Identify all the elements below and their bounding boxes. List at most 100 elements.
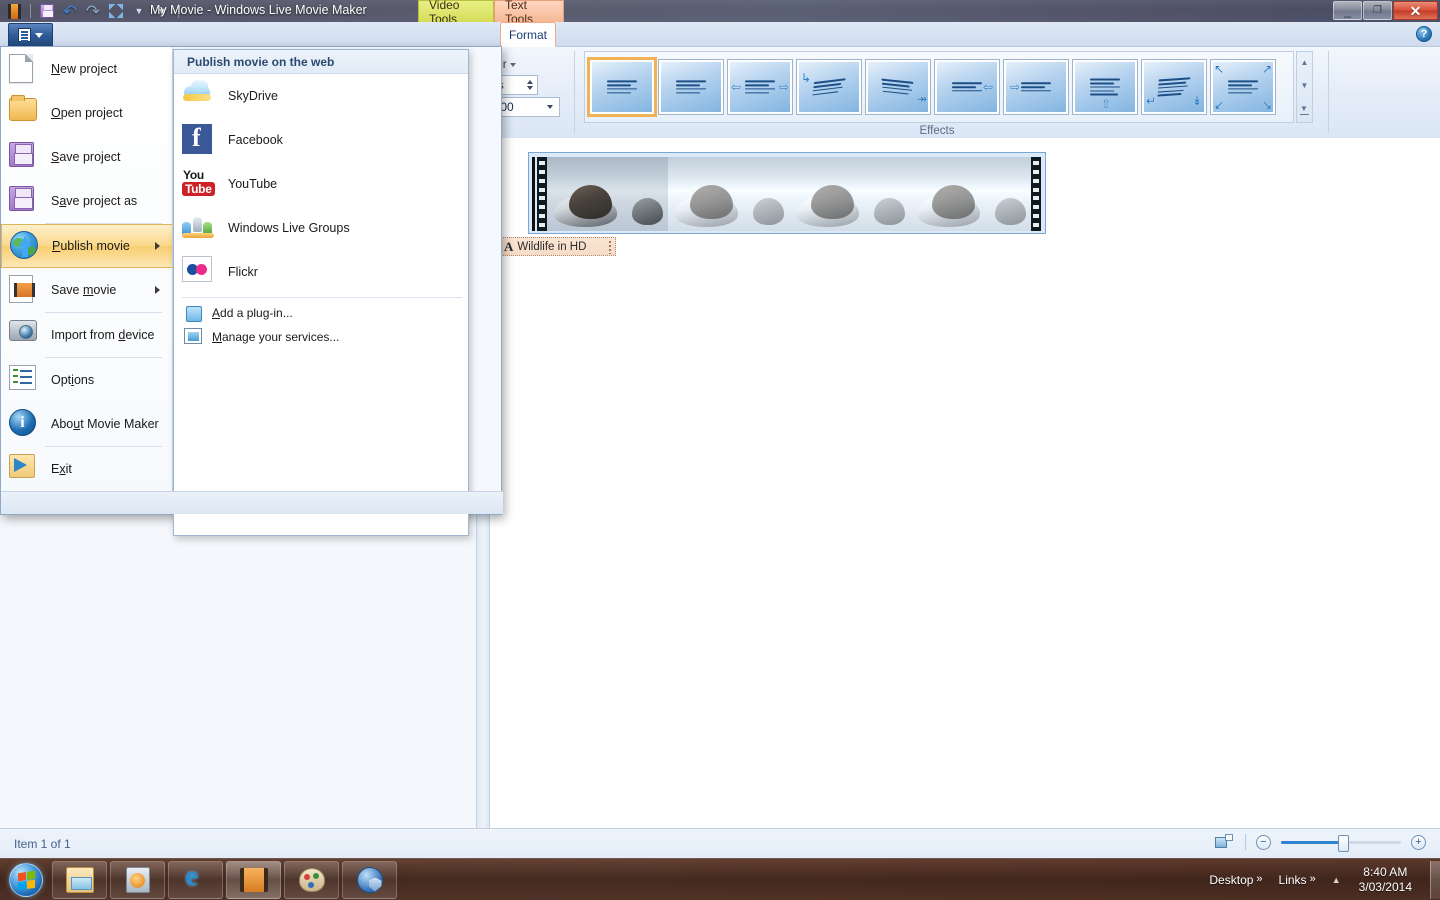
text-overlay-label: Wildlife in HD [517, 241, 586, 253]
publish-to-windows-live-groups[interactable]: Windows Live Groups [174, 206, 468, 250]
effect-fly-in-out-horizontal[interactable]: ⇦⇨ [727, 59, 793, 115]
menu-item-label: Open project [51, 106, 123, 120]
zoom-in-button[interactable]: + [1411, 835, 1426, 850]
minimize-button[interactable]: _ [1333, 1, 1362, 20]
effects-gallery-scrollbar[interactable]: ▲ ▼ ▼ [1296, 51, 1313, 123]
clip-thumbnail [910, 157, 1031, 231]
menu-item-options[interactable]: Options [1, 358, 172, 402]
effect-fly-out-left[interactable]: ⇦ [934, 59, 1000, 115]
effect-preview-lines [1021, 80, 1051, 94]
windows-live-groups-icon [182, 212, 214, 244]
maximize-button[interactable]: ❐ [1363, 1, 1392, 20]
media-player-icon [126, 867, 150, 893]
menu-item-import-from-device[interactable]: Import from device [1, 313, 172, 357]
undo-icon[interactable]: ↶ [60, 2, 80, 20]
menu-item-save-movie[interactable]: Save movie [1, 268, 172, 312]
publish-movie-submenu: Publish movie on the web SkyDriveFaceboo… [173, 49, 469, 536]
tab-format-label: Format [509, 28, 547, 42]
effect-zoom-out-corners[interactable]: ↖↗↙↘ [1210, 59, 1276, 115]
chevron-down-icon[interactable]: ▼ [129, 2, 149, 20]
effect-fly-in-up[interactable]: ⇧ [1072, 59, 1138, 115]
toolbar-desktop[interactable]: Desktop » [1201, 873, 1270, 887]
menu-item-open-project[interactable]: Open project [1, 91, 172, 135]
file-menu-list: New projectOpen projectSave projectSave … [1, 47, 173, 492]
show-desktop-button[interactable] [1430, 861, 1440, 899]
start-time-stepper[interactable] [527, 80, 537, 90]
duration-dropdown[interactable] [547, 105, 559, 109]
effect-swing-out-right[interactable]: ↠ [865, 59, 931, 115]
close-button[interactable]: ✕ [1393, 1, 1438, 20]
publish-to-youtube[interactable]: YouTubeYouTube [174, 162, 468, 206]
effect-preview-lines [1157, 75, 1190, 98]
file-menu-button[interactable] [8, 23, 53, 46]
more-effects-icon[interactable]: ▼ [1300, 105, 1309, 115]
contextual-tab-video-tools[interactable]: Video Tools [418, 0, 494, 22]
effect-fly-in-left[interactable]: ⇨ [1003, 59, 1069, 115]
manage-your-services-menu-item[interactable]: Manage your services... [174, 325, 468, 349]
effect-none[interactable] [589, 59, 655, 115]
publish-to-facebook[interactable]: Facebook [174, 118, 468, 162]
video-clip[interactable] [528, 152, 1046, 234]
taskbar-item-paint[interactable] [284, 861, 339, 899]
zoom-slider-fill [1281, 841, 1343, 844]
effects-gallery[interactable]: ⇦⇨↳↠⇦⇨⇧↵↡↖↗↙↘ [584, 51, 1294, 123]
add-a-plug-in-menu-item[interactable]: Add a plug-in... [174, 301, 468, 325]
storyboard-view-icon[interactable] [1215, 834, 1235, 850]
arrow-icon: ↙ [1214, 99, 1224, 111]
redo-icon[interactable]: ↷ [83, 2, 103, 20]
qat-divider [30, 4, 31, 18]
submenu-divider [182, 297, 462, 298]
publish-to-flickr[interactable]: Flickr [174, 250, 468, 294]
menu-item-label: Options [51, 373, 94, 387]
zoom-out-button[interactable]: − [1256, 835, 1271, 850]
arrow-icon: ⇦ [983, 81, 993, 93]
menu-item-about-movie-maker[interactable]: iAbout Movie Maker [1, 402, 172, 446]
system-tray: Desktop » Links » ▲ 8:40 AM 3/03/2014 [1201, 865, 1428, 895]
group-divider [574, 51, 575, 133]
help-icon[interactable]: ? [1416, 26, 1432, 42]
drag-grip-icon[interactable] [609, 241, 611, 254]
show-hidden-icons-icon[interactable]: ▲ [1324, 875, 1349, 885]
menu-item-new-project[interactable]: New project [1, 47, 172, 91]
action-label: Manage your services... [212, 330, 339, 344]
taskbar-item-windows-media-player[interactable] [110, 861, 165, 899]
menu-item-publish-movie[interactable]: Publish movie [1, 224, 172, 268]
app-icon[interactable] [4, 2, 24, 20]
chevron-right-icon: » [1256, 873, 1262, 885]
menu-item-label: Save movie [51, 283, 116, 297]
arrow-icon: ↵ [1146, 95, 1156, 107]
scroll-up-icon[interactable]: ▲ [1301, 59, 1309, 67]
scroll-down-icon[interactable]: ▼ [1301, 82, 1309, 90]
save-icon[interactable] [37, 2, 57, 20]
clip-start-handle[interactable] [532, 157, 535, 231]
menu-item-exit[interactable]: Exit [1, 447, 172, 491]
zoom-slider[interactable] [1281, 835, 1401, 850]
effect-preview-lines [745, 78, 775, 95]
clock-date: 3/03/2014 [1359, 880, 1412, 895]
menu-item-save-project[interactable]: Save project [1, 135, 172, 179]
movie-maker-window: ↶ ↷ ▼ ▾ My Movie - Windows Live Movie Ma… [0, 0, 1440, 858]
start-orb-icon[interactable] [3, 861, 49, 899]
clock[interactable]: 8:40 AM 3/03/2014 [1349, 865, 1422, 895]
taskbar-item-windows-explorer[interactable] [52, 861, 107, 899]
tab-format[interactable]: Format [500, 22, 556, 47]
taskbar-item-movie-maker[interactable] [226, 861, 281, 899]
storyboard-pane[interactable]: A Wildlife in HD [490, 138, 1440, 828]
zoom-slider-thumb[interactable] [1338, 835, 1349, 852]
contextual-tab-text-tools[interactable]: Text Tools [494, 0, 564, 22]
text-overlay-clip[interactable]: A Wildlife in HD [498, 237, 616, 256]
publish-to-skydrive[interactable]: SkyDrive [174, 74, 468, 118]
chevron-down-icon [547, 105, 553, 109]
arrow-icon: ⇨ [779, 81, 789, 93]
aspect-ratio-icon[interactable] [106, 2, 126, 20]
submenu-action-list: Add a plug-in... Manage your services... [174, 301, 468, 349]
taskbar-item-internet-explorer[interactable] [168, 861, 223, 899]
effects-group-label: Effects [580, 125, 1294, 137]
effect-scatter-out[interactable]: ↵↡ [1141, 59, 1207, 115]
effect-swing-in-right[interactable]: ↳ [796, 59, 862, 115]
taskbar-item-windows-defender[interactable] [342, 861, 397, 899]
chevron-down-icon [510, 63, 516, 67]
effect-fade[interactable] [658, 59, 724, 115]
toolbar-links[interactable]: Links » [1271, 873, 1324, 887]
menu-item-save-project-as[interactable]: Save project as [1, 179, 172, 223]
